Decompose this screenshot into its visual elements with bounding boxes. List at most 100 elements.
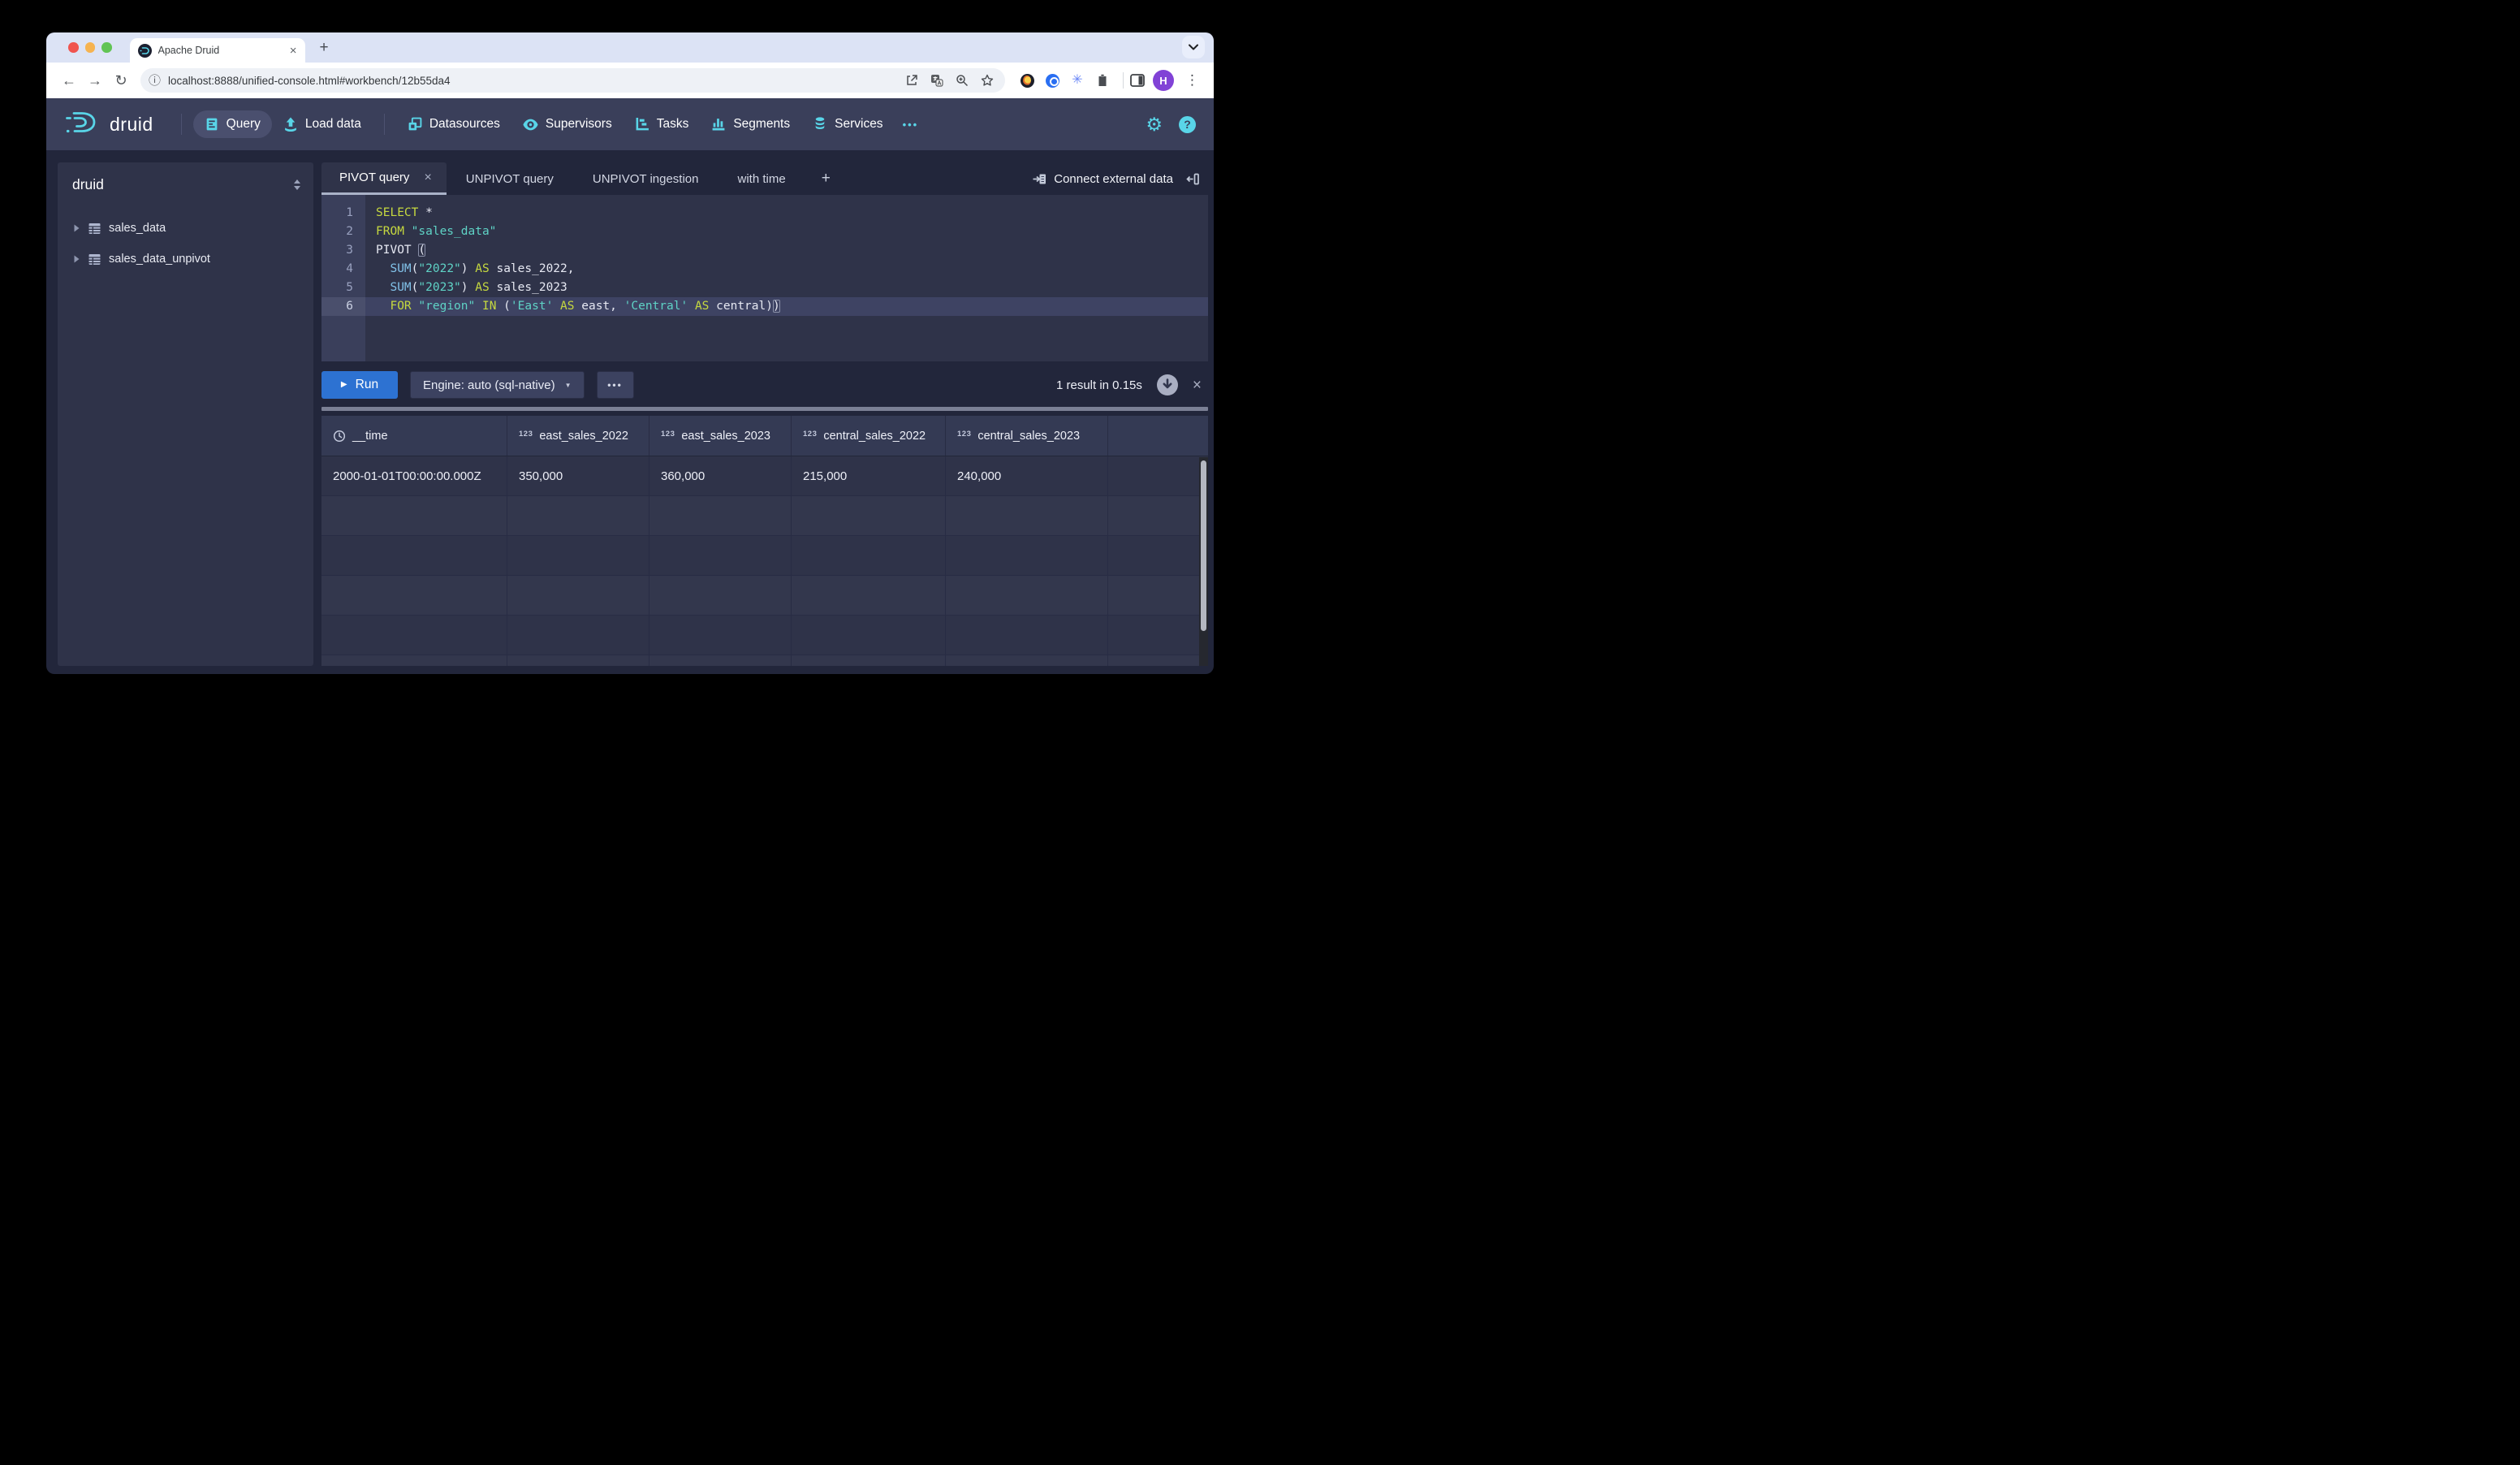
chevron-right-icon[interactable] (72, 254, 80, 264)
tab-search-button[interactable] (1182, 36, 1205, 58)
help-icon[interactable]: ? (1179, 116, 1196, 133)
new-tab-button[interactable]: + (315, 39, 334, 57)
settings-gear-icon[interactable]: ⚙ (1146, 115, 1163, 134)
editor-line-3[interactable]: 3PIVOT ( (321, 241, 1208, 260)
cell-east_sales_2022[interactable]: 350,000 (507, 456, 649, 495)
window-zoom-button[interactable] (101, 42, 112, 53)
tab-close-icon[interactable]: × (290, 45, 297, 57)
cell-east_sales_2023[interactable]: 360,000 (649, 456, 792, 495)
table-name: sales_data (109, 222, 166, 235)
cell-central_sales_2023[interactable]: 240,000 (946, 456, 1108, 495)
sort-icon[interactable] (292, 179, 302, 191)
close-results-icon[interactable]: × (1193, 378, 1202, 393)
profile-avatar[interactable]: H (1153, 70, 1174, 91)
password-manager-icon[interactable] (1045, 73, 1059, 88)
clock-icon (333, 430, 346, 443)
code-text: SUM("2023") AS sales_2023 (365, 279, 1208, 297)
nav-item-services[interactable]: Services (801, 110, 894, 138)
line-number: 3 (321, 241, 365, 260)
browser-extension-icon[interactable] (1020, 73, 1034, 88)
editor-line-6[interactable]: 6 FOR "region" IN ('East' AS east, 'Cent… (321, 297, 1208, 316)
chevron-right-icon[interactable] (72, 223, 80, 233)
run-button[interactable]: ▶ Run (321, 371, 398, 399)
code-text: SUM("2022") AS sales_2022, (365, 260, 1208, 279)
datasources-icon (408, 117, 422, 132)
line-number: 5 (321, 279, 365, 297)
number-type-icon: 123 (803, 430, 817, 439)
code-text: FROM "sales_data" (365, 223, 1208, 241)
add-tab-button[interactable]: + (805, 162, 847, 195)
connect-external-data-button[interactable]: Connect external data (1025, 162, 1181, 195)
cell-filler (1108, 536, 1208, 575)
nav-item-load-data[interactable]: Load data (272, 110, 373, 138)
navbar-divider (181, 114, 182, 135)
cell-empty (321, 655, 507, 666)
column-header-central_sales_2023[interactable]: 123central_sales_2023 (946, 416, 1108, 456)
sidebar-table-sales_data[interactable]: sales_data (72, 213, 302, 244)
results-scrollbar[interactable] (1199, 457, 1208, 666)
close-tab-icon[interactable]: × (424, 171, 431, 184)
services-icon (813, 117, 827, 132)
site-info-icon[interactable]: ⓘ (149, 75, 161, 87)
column-name: east_sales_2022 (539, 430, 628, 443)
window-minimize-button[interactable] (85, 42, 96, 53)
reload-icon[interactable]: ↻ (110, 73, 132, 88)
navbar-more-icon[interactable]: ••• (895, 119, 927, 131)
download-icon[interactable] (1157, 374, 1178, 395)
sql-editor[interactable]: 1SELECT *2FROM "sales_data"3PIVOT (4 SUM… (321, 195, 1208, 361)
browser-menu-icon[interactable]: ⋮ (1182, 72, 1202, 89)
line-number: 2 (321, 223, 365, 241)
number-type-icon: 123 (661, 430, 675, 439)
nav-item-supervisors[interactable]: Supervisors (511, 110, 624, 138)
bookmark-star-icon[interactable] (981, 74, 994, 87)
editor-line-5[interactable]: 5 SUM("2023") AS sales_2023 (321, 279, 1208, 297)
workbench-tab-pivot-query[interactable]: PIVOT query× (321, 162, 447, 195)
druid-favicon-icon (138, 44, 152, 58)
workbench-tab-unpivot-ingestion[interactable]: UNPIVOT ingestion (573, 162, 718, 195)
cell-empty (792, 616, 946, 655)
editor-line-4[interactable]: 4 SUM("2022") AS sales_2022, (321, 260, 1208, 279)
column-header-central_sales_2022[interactable]: 123central_sales_2022 (792, 416, 946, 456)
druid-brand[interactable]: druid (64, 110, 153, 139)
cell-__time[interactable]: 2000-01-01T00:00:00.000Z (321, 456, 507, 495)
table-name: sales_data_unpivot (109, 253, 210, 266)
table-icon (88, 253, 101, 266)
editor-line-2[interactable]: 2FROM "sales_data" (321, 223, 1208, 241)
engine-select[interactable]: Engine: auto (sql-native) ▼ (410, 371, 585, 399)
column-name: central_sales_2023 (977, 430, 1080, 443)
sidebar-table-sales_data_unpivot[interactable]: sales_data_unpivot (72, 244, 302, 274)
query-more-button[interactable]: ••• (597, 371, 634, 399)
address-bar[interactable]: ⓘ localhost:8888/unified-console.html#wo… (140, 68, 1005, 93)
nav-item-query[interactable]: Query (193, 110, 272, 138)
nav-item-datasources[interactable]: Datasources (396, 110, 511, 138)
tasks-icon (635, 117, 649, 132)
extension-flower-icon[interactable]: ✳ (1070, 73, 1085, 88)
side-panel-icon[interactable] (1130, 73, 1145, 88)
translate-icon[interactable] (930, 74, 943, 87)
nav-item-segments[interactable]: Segments (700, 110, 801, 138)
scrollbar-thumb[interactable] (1201, 460, 1206, 631)
editor-line-1[interactable]: 1SELECT * (321, 204, 1208, 223)
zoom-icon[interactable] (956, 74, 969, 87)
workbench-tab-unpivot-query[interactable]: UNPIVOT query (447, 162, 573, 195)
segments-icon (711, 117, 726, 132)
nav-item-tasks[interactable]: Tasks (624, 110, 701, 138)
brand-name: druid (110, 114, 153, 136)
back-icon[interactable]: ← (58, 73, 80, 88)
code-text: FOR "region" IN ('East' AS east, 'Centra… (365, 297, 1208, 316)
forward-icon[interactable]: → (84, 73, 106, 88)
workbench-tab-with-time[interactable]: with time (718, 162, 805, 195)
browser-tab[interactable]: Apache Druid × (130, 38, 305, 63)
collapse-panel-icon[interactable] (1181, 162, 1208, 195)
column-header-east_sales_2022[interactable]: 123east_sales_2022 (507, 416, 649, 456)
panel-splitter[interactable] (321, 407, 1208, 411)
share-icon[interactable] (905, 74, 918, 87)
url-text[interactable]: localhost:8888/unified-console.html#work… (168, 75, 898, 87)
column-header-__time[interactable]: __time (321, 416, 507, 456)
cell-empty (321, 536, 507, 575)
cell-central_sales_2022[interactable]: 215,000 (792, 456, 946, 495)
window-close-button[interactable] (68, 42, 79, 53)
clipboard-extension-icon[interactable] (1095, 73, 1110, 88)
column-header-east_sales_2023[interactable]: 123east_sales_2023 (649, 416, 792, 456)
table-icon (88, 222, 101, 236)
